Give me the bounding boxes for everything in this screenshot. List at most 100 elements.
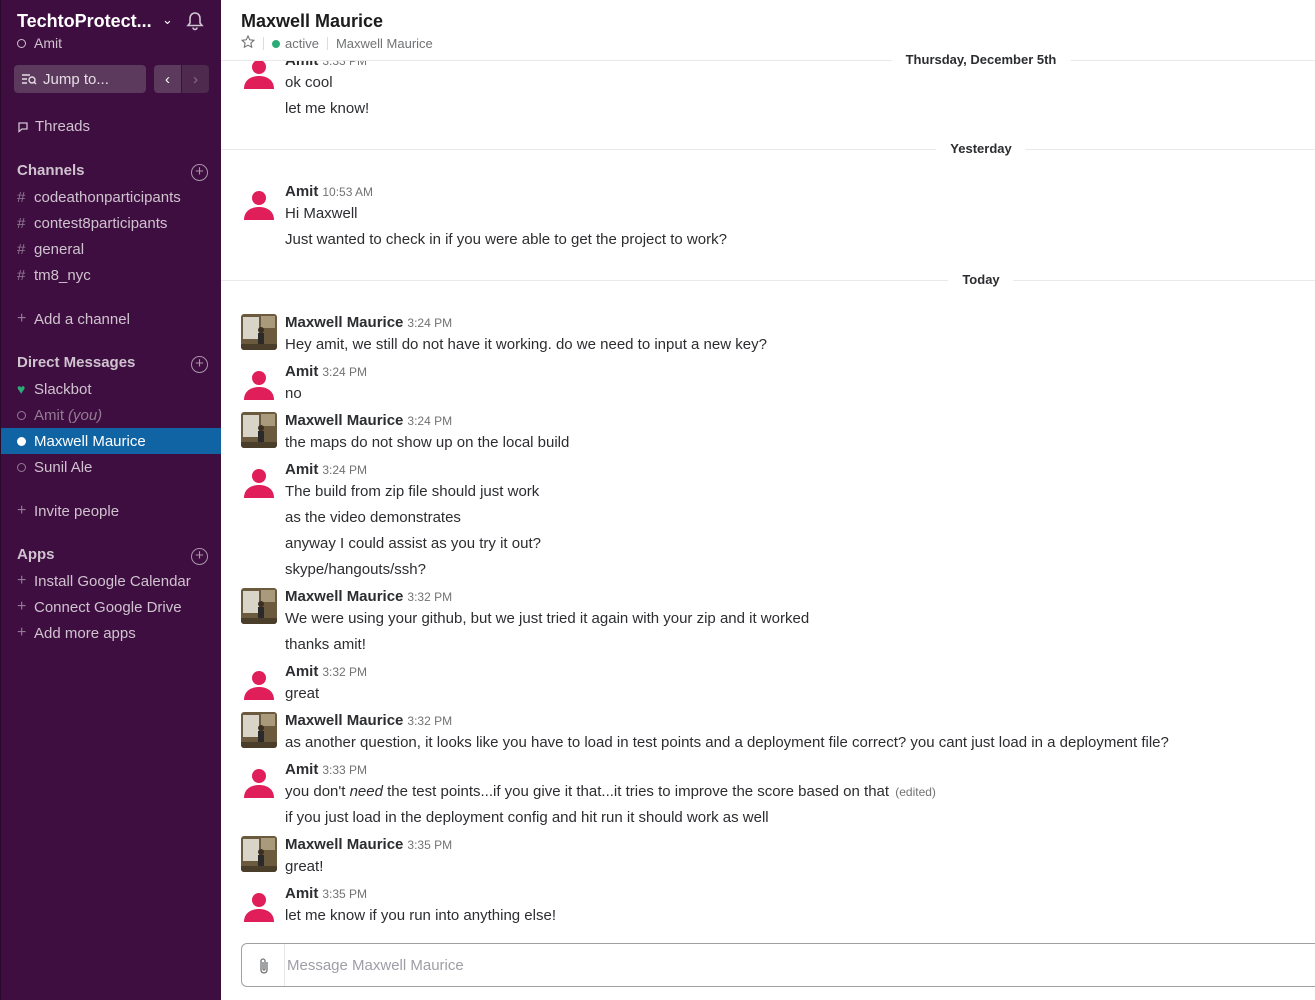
message-text: let me know! (285, 100, 370, 117)
message-timestamp[interactable]: 3:32 PM (322, 665, 367, 679)
message-timestamp[interactable]: 3:32 PM (407, 714, 452, 728)
emphasized-text: need (349, 783, 383, 800)
avatar[interactable] (241, 412, 277, 448)
forward-button[interactable]: › (182, 65, 209, 93)
message-sender[interactable]: Amit (285, 363, 318, 380)
away-presence-icon (17, 462, 26, 472)
channels-header[interactable]: Channels (17, 162, 85, 179)
sidebar-item-app[interactable]: + Install Google Calendar (1, 568, 221, 594)
avatar[interactable] (241, 666, 277, 702)
avatar[interactable] (241, 588, 277, 624)
message-timestamp[interactable]: 3:24 PM (407, 414, 452, 428)
message-sender[interactable]: Maxwell Maurice (285, 588, 403, 605)
message-timestamp[interactable]: 3:24 PM (322, 365, 367, 379)
message-timestamp[interactable]: 3:33 PM (322, 763, 367, 777)
invite-people-label: Invite people (34, 502, 120, 520)
sidebar-item-dm-self[interactable]: Amit (you) (1, 402, 221, 428)
message-text: great (285, 685, 320, 702)
message-sender[interactable]: Amit (285, 885, 318, 902)
team-name[interactable]: TechtoProtect... (17, 11, 157, 32)
paperclip-icon[interactable] (255, 956, 273, 976)
message-sender[interactable]: Maxwell Maurice (285, 412, 403, 429)
sidebar-item-channel[interactable]: # contest8participants (1, 210, 221, 236)
channel-name: codeathonparticipants (34, 188, 181, 206)
message-header: Amit 3:24 PM (285, 363, 367, 380)
message-sender[interactable]: Amit (285, 663, 318, 680)
message-text: as the video demonstrates (285, 509, 461, 526)
plus-icon: + (17, 572, 27, 589)
photo-avatar-icon (241, 412, 277, 448)
message-timestamp[interactable]: 3:32 PM (407, 590, 452, 604)
message-sender[interactable]: Maxwell Maurice (285, 836, 403, 853)
message-timestamp[interactable]: 10:53 AM (322, 185, 373, 199)
message-timestamp[interactable]: 3:24 PM (322, 463, 367, 477)
message-timestamp[interactable]: 3:35 PM (407, 838, 452, 852)
avatar[interactable] (241, 464, 277, 500)
jump-to-button[interactable]: Jump to... (14, 65, 146, 93)
add-dm-plus-icon[interactable]: + (191, 356, 208, 373)
channel-name: contest8participants (34, 214, 168, 232)
divider (263, 37, 264, 50)
photo-avatar-icon (241, 836, 277, 872)
divider-line (221, 149, 1315, 150)
sidebar-item-channel[interactable]: # codeathonparticipants (1, 184, 221, 210)
avatar[interactable] (241, 764, 277, 800)
sidebar-item-dm-slackbot[interactable]: ♥ Slackbot (1, 376, 221, 402)
message-sender[interactable]: Amit (285, 461, 318, 478)
threads-icon (17, 121, 29, 133)
bell-icon[interactable] (186, 11, 204, 35)
sidebar-item-dm-maxwell[interactable]: Maxwell Maurice (1, 428, 221, 454)
app-label: Add more apps (34, 624, 136, 642)
chevron-right-icon: › (193, 70, 198, 88)
date-divider: Today (221, 270, 1315, 290)
message-sender[interactable]: Maxwell Maurice (285, 314, 403, 331)
message-text: ok cool (285, 74, 333, 91)
add-channel-plus-icon[interactable]: + (191, 164, 208, 181)
add-app-plus-icon[interactable]: + (191, 548, 208, 565)
avatar[interactable] (241, 186, 277, 222)
direct-messages-header[interactable]: Direct Messages (17, 354, 135, 371)
date-divider: Thursday, December 5th (221, 50, 1315, 70)
sidebar-item-threads[interactable]: Threads (17, 118, 90, 135)
plus-icon: + (17, 310, 27, 327)
jump-to-label: Jump to... (43, 70, 109, 88)
apps-header[interactable]: Apps (17, 546, 55, 563)
message-sender[interactable]: Maxwell Maurice (285, 712, 403, 729)
message-timestamp[interactable]: 3:24 PM (407, 316, 452, 330)
photo-avatar-icon (241, 712, 277, 748)
avatar[interactable] (241, 314, 277, 350)
current-user[interactable]: Amit (17, 35, 62, 51)
sidebar-item-app[interactable]: + Add more apps (1, 620, 221, 646)
message-text: thanks amit! (285, 636, 366, 653)
photo-avatar-icon (241, 314, 277, 350)
sidebar-item-app[interactable]: + Connect Google Drive (1, 594, 221, 620)
sidebar-item-channel[interactable]: # general (1, 236, 221, 262)
message-sender[interactable]: Amit (285, 761, 318, 778)
message-composer (241, 943, 1315, 987)
avatar[interactable] (241, 888, 277, 924)
date-divider-label: Thursday, December 5th (891, 52, 1071, 67)
header-member-name[interactable]: Maxwell Maurice (336, 36, 433, 51)
message-text: let me know if you run into anything els… (285, 907, 556, 924)
back-button[interactable]: ‹ (154, 65, 181, 93)
sidebar: TechtoProtect... ⌄ Amit Jump to... ‹ › T… (0, 0, 221, 1000)
chevron-down-icon[interactable]: ⌄ (162, 12, 173, 28)
plus-icon: + (17, 598, 27, 615)
avatar[interactable] (241, 712, 277, 748)
sidebar-item-dm-sunil[interactable]: Sunil Ale (1, 454, 221, 480)
avatar[interactable] (241, 836, 277, 872)
avatar[interactable] (241, 366, 277, 402)
invite-people-button[interactable]: + Invite people (1, 498, 221, 524)
channel-title[interactable]: Maxwell Maurice (241, 11, 383, 32)
message-text: skype/hangouts/ssh? (285, 561, 426, 578)
sidebar-item-channel[interactable]: # tm8_nyc (1, 262, 221, 288)
message-header: Maxwell Maurice 3:32 PM (285, 712, 452, 729)
message-timestamp[interactable]: 3:35 PM (322, 887, 367, 901)
message-text: as another question, it looks like you h… (285, 734, 1169, 751)
message-header: Amit 3:35 PM (285, 885, 367, 902)
message-sender[interactable]: Amit (285, 183, 318, 200)
message-header: Maxwell Maurice 3:24 PM (285, 412, 452, 429)
message-input[interactable] (285, 944, 1315, 986)
add-channel-button[interactable]: + Add a channel (1, 306, 221, 332)
active-presence-icon (17, 436, 26, 446)
